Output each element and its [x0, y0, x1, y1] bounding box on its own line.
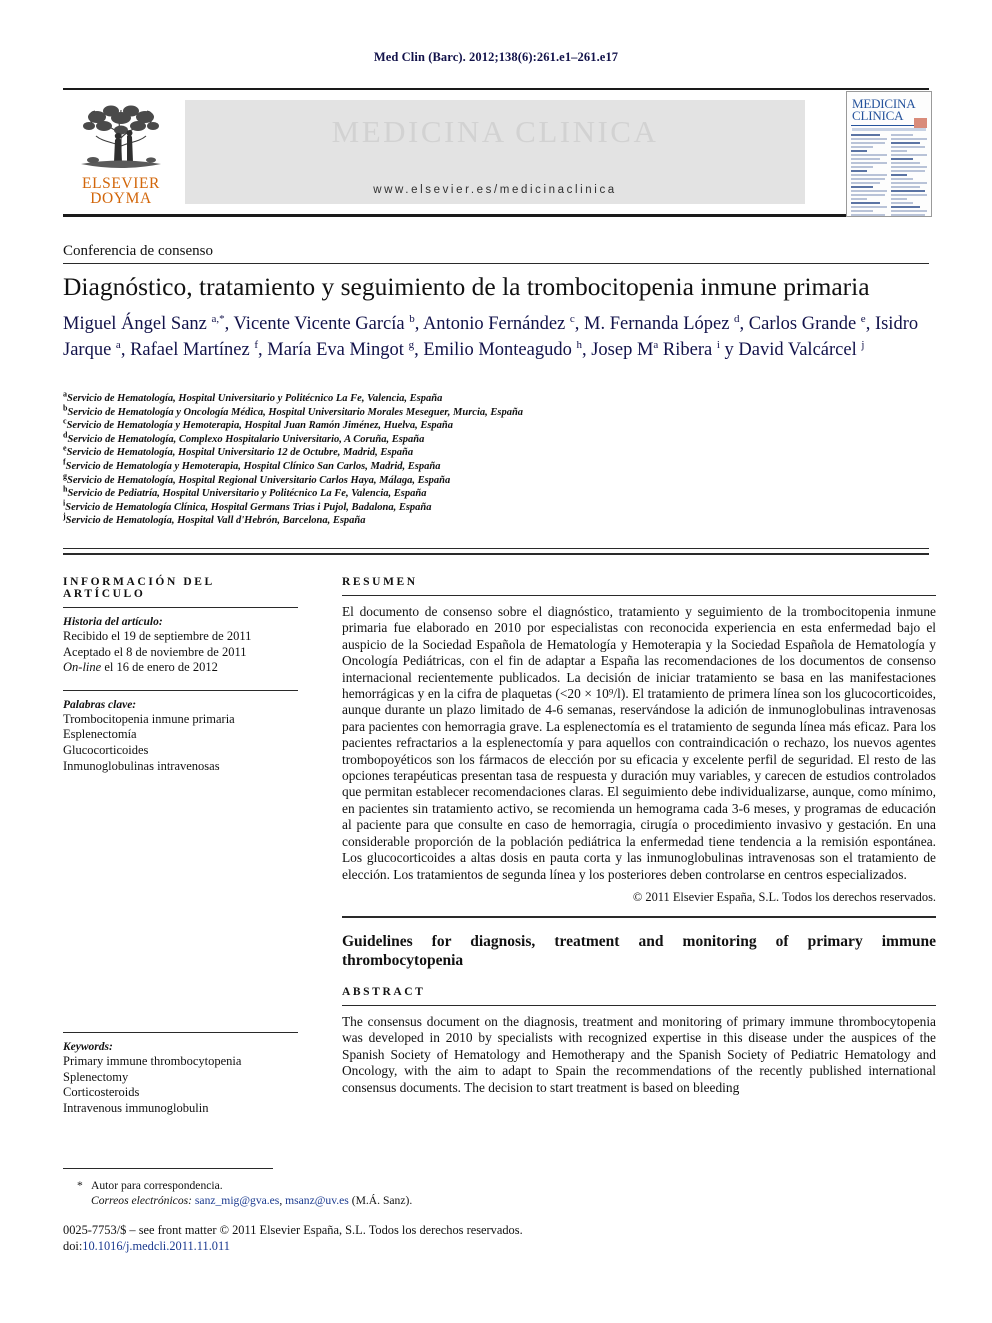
affiliation-text: Servicio de Hematología y Oncología Médi…: [67, 406, 524, 418]
masthead-top-rule: [63, 88, 929, 90]
abstract-rule: [342, 1004, 936, 1006]
keyword-item: Corticosteroids: [63, 1085, 140, 1100]
header-rule-upper: [63, 548, 929, 549]
cover-toc-column-right: [891, 134, 927, 216]
running-head: Med Clin (Barc). 2012;138(6):261.e1–261.…: [373, 50, 619, 64]
article-info-column: INFORMACIÓN DEL ARTÍCULO Historia del ar…: [63, 576, 298, 776]
cover-stamp-icon: [914, 118, 927, 128]
affiliation-text: Servicio de Hematología, Hospital Univer…: [67, 393, 443, 404]
history-accepted: Aceptado el 8 de noviembre de 2011: [63, 644, 247, 659]
email-line: Correos electrónicos: sanz_mig@gva.es, m…: [63, 1193, 663, 1208]
affiliation-item: iServicio de Hematología Clínica, Hospit…: [63, 499, 763, 515]
elsevier-tree-icon: [81, 105, 161, 168]
affiliation-item: aServicio de Hematología, Hospital Unive…: [63, 390, 763, 406]
keywords-label-es: Palabras clave:: [63, 698, 137, 711]
imprint-block: 0025-7753/$ – see front matter © 2011 El…: [63, 1222, 763, 1254]
history-online-prefix: On-line: [63, 660, 102, 675]
kicker-rule: [63, 263, 929, 264]
doi-link[interactable]: 10.1016/j.medcli.2011.11.011: [82, 1239, 230, 1253]
affiliation-item: dServicio de Hematología, Complexo Hospi…: [63, 431, 763, 447]
masthead-journal-title: MEDICINA CLINICA: [331, 114, 659, 149]
email-link-secondary[interactable]: msanz@uv.es: [285, 1194, 349, 1207]
footnote-rule: [63, 1168, 273, 1169]
imprint-line: 0025-7753/$ – see front matter © 2011 El…: [63, 1223, 523, 1237]
affiliation-list: aServicio de Hematología, Hospital Unive…: [63, 390, 763, 528]
keyword-item: Splenectomy: [63, 1069, 129, 1084]
keyword-item: Primary immune thrombocytopenia: [63, 1054, 242, 1068]
corresponding-author-note: * Autor para correspondencia. Correos el…: [63, 1178, 663, 1208]
email-link-primary[interactable]: sanz_mig@gva.es: [195, 1194, 279, 1207]
header-rule-lower: [63, 553, 929, 555]
cover-issue-bar: [852, 128, 926, 131]
affiliation-item: hServicio de Pediatría, Hospital Univers…: [63, 485, 763, 501]
abstract-body: The consensus document on the diagnosis,…: [342, 1013, 936, 1095]
affiliation-item: gServicio de Hematología, Hospital Regio…: [63, 472, 763, 488]
cover-toc-column-left: [851, 134, 887, 216]
keywords-column-en: Keywords: Primary immune thrombocytopeni…: [63, 1032, 298, 1116]
article-info-rule: [63, 607, 298, 608]
resumen-rule: [342, 595, 936, 596]
corresponding-label: Autor para correspondencia.: [91, 1179, 223, 1192]
affiliation-item: jServicio de Hematología, Hospital Vall …: [63, 512, 763, 528]
english-title: Guidelines for diagnosis, treatment and …: [342, 932, 936, 969]
keywords-label-en: Keywords:: [63, 1041, 113, 1053]
resumen-heading: RESUMEN: [342, 576, 418, 588]
keywords-en-rule: [63, 1032, 298, 1033]
keyword-item: Intravenous immunoglobulin: [63, 1100, 209, 1115]
affiliation-text: Servicio de Hematología Clínica, Hospita…: [65, 501, 432, 513]
affiliation-text: Servicio de Hematología, Hospital Univer…: [66, 447, 414, 459]
affiliation-text: Servicio de Hematología, Hospital Vall d…: [65, 515, 366, 527]
history-label: Historia del artículo:: [63, 616, 163, 628]
journal-masthead: ELSEVIER DOYMA MEDICINA CLINICA www.else…: [63, 88, 929, 217]
cover-toc-columns: [847, 134, 931, 216]
affiliation-text: Servicio de Hematología y Hemoterapia, H…: [65, 460, 441, 472]
keyword-item: Esplenectomía: [63, 727, 137, 742]
masthead-bottom-rule: [63, 214, 929, 217]
history-online-date: el 16 de enero de 2012: [101, 660, 218, 675]
affiliation-text: Servicio de Hematología, Hospital Region…: [67, 474, 451, 486]
abstract-heading: ABSTRACT: [342, 985, 426, 998]
article-info-heading: INFORMACIÓN DEL ARTÍCULO: [63, 576, 215, 600]
affiliation-text: Servicio de Hematología, Complexo Hospit…: [67, 433, 425, 445]
affiliation-text: Servicio de Hematología y Hemoterapia, H…: [66, 420, 454, 432]
elsevier-wordmark: ELSEVIER DOYMA: [69, 176, 173, 207]
abstract-divider-rule: [342, 915, 936, 918]
doi-label: doi:: [63, 1239, 83, 1253]
doyma-label: DOYMA: [90, 189, 152, 207]
journal-cover-thumbnail: MEDICINA CLINICA: [846, 91, 932, 217]
history-online: On-line el 16 de enero de 2012: [63, 660, 298, 676]
article-history-block: Historia del artículo: Recibido el 19 de…: [63, 616, 298, 676]
page-title: Diagnóstico, tratamiento y seguimiento d…: [63, 272, 870, 301]
article-type-kicker: Conferencia de consenso: [63, 243, 213, 259]
keyword-item: Glucocorticoides: [63, 742, 149, 757]
masthead-band: MEDICINA CLINICA www.elsevier.es/medicin…: [185, 100, 805, 204]
journal-article-first-page: Med Clin (Barc). 2012;138(6):261.e1–261.…: [0, 0, 992, 1323]
affiliation-item: bServicio de Hematología y Oncología Méd…: [63, 404, 763, 420]
resumen-body: El documento de consenso sobre el diagnó…: [342, 604, 936, 882]
corresponding-author-line: * Autor para correspondencia.: [63, 1178, 663, 1193]
author-list: Miguel Ángel Sanz a,*, Vicente Vicente G…: [63, 312, 919, 360]
masthead-journal-url[interactable]: www.elsevier.es/medicinaclinica: [185, 184, 805, 196]
resumen-copyright: © 2011 Elsevier España, S.L. Todos los d…: [632, 889, 936, 904]
doi-line: doi:10.1016/j.medcli.2011.11.011: [63, 1238, 763, 1254]
affiliation-item: cServicio de Hematología y Hemoterapia, …: [63, 417, 763, 433]
email-label: Correos electrónicos:: [91, 1194, 192, 1207]
keywords-rule: [63, 689, 298, 691]
affiliation-item: eServicio de Hematología, Hospital Unive…: [63, 444, 763, 460]
affiliation-text: Servicio de Pediatría, Hospital Universi…: [67, 488, 427, 500]
email-owner: (M.Á. Sanz).: [351, 1194, 413, 1207]
corresponding-marker: *: [77, 1179, 83, 1192]
history-received: Recibido el 19 de septiembre de 2011: [63, 629, 252, 643]
abstract-column: RESUMEN El documento de consenso sobre e…: [342, 576, 936, 1096]
keyword-item: Trombocitopenia inmune primaria: [63, 711, 235, 726]
elsevier-publisher-logo: ELSEVIER DOYMA: [69, 100, 173, 207]
affiliation-item: fServicio de Hematología y Hemoterapia, …: [63, 458, 763, 474]
keyword-item: Inmunoglobulinas intravenosas: [63, 758, 220, 773]
keywords-block-es: Palabras clave: Trombocitopenia inmune p…: [63, 699, 298, 774]
